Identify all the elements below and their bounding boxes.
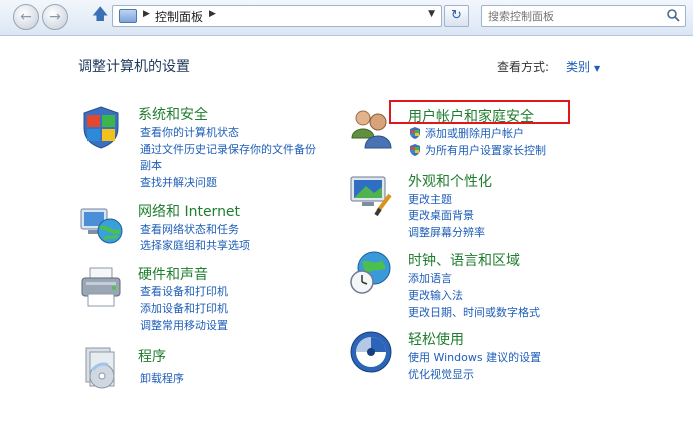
- category-hardware-sound: 硬件和声音 查看设备和打印机 添加设备和打印机 调整常用移动设置: [78, 264, 358, 339]
- programs-disc-icon[interactable]: [78, 346, 124, 392]
- category-link[interactable]: 更改桌面背景: [408, 207, 474, 223]
- up-arrow-icon: 🡅: [92, 4, 109, 23]
- view-by-value: 类别: [566, 60, 591, 74]
- category-link[interactable]: 使用 Windows 建议的设置: [408, 349, 541, 365]
- category-link[interactable]: 查看网络状态和任务: [140, 221, 239, 237]
- back-arrow-icon: ←: [20, 9, 32, 25]
- back-button[interactable]: ←: [13, 4, 39, 30]
- forward-arrow-icon: →: [49, 9, 61, 25]
- refresh-icon: ↻: [451, 8, 462, 23]
- chevron-down-icon: ▼: [594, 64, 601, 73]
- category-link[interactable]: 添加或删除用户帐户: [425, 125, 524, 141]
- category-title[interactable]: 外观和个性化: [408, 171, 492, 191]
- search-box[interactable]: [481, 5, 686, 27]
- category-network-internet: 网络和 Internet 查看网络状态和任务 选择家庭组和共享选项: [78, 201, 358, 261]
- category-ease-of-access: 轻松使用 使用 Windows 建议的设置 优化视觉显示: [348, 329, 648, 389]
- category-link[interactable]: 调整屏幕分辨率: [408, 224, 485, 240]
- category-link[interactable]: 副本: [140, 157, 162, 173]
- category-link[interactable]: 查看设备和打印机: [140, 283, 228, 299]
- category-link[interactable]: 添加设备和打印机: [140, 300, 228, 316]
- category-title[interactable]: 轻松使用: [408, 329, 464, 349]
- network-globe-icon[interactable]: [78, 201, 124, 247]
- up-button[interactable]: 🡅: [92, 4, 108, 24]
- control-panel-icon: [119, 9, 137, 23]
- highlight-annotation-box: [389, 100, 570, 124]
- view-by-label: 查看方式:: [497, 60, 550, 74]
- clock-globe-icon[interactable]: [348, 250, 394, 296]
- category-link[interactable]: 卸载程序: [140, 370, 184, 386]
- category-title[interactable]: 硬件和声音: [138, 264, 208, 284]
- ease-of-access-icon[interactable]: [348, 329, 394, 375]
- category-system-security: 系统和安全 查看你的计算机状态 通过文件历史记录保存你的文件备份 副本 查找并解…: [78, 104, 358, 194]
- shield-flag-icon[interactable]: [78, 104, 124, 150]
- printer-icon[interactable]: [78, 264, 124, 310]
- monitor-brush-icon[interactable]: [348, 171, 394, 217]
- breadcrumb-control-panel[interactable]: 控制面板: [155, 8, 203, 25]
- breadcrumb-separator-icon: ▶: [143, 9, 150, 19]
- users-icon[interactable]: [348, 106, 394, 152]
- category-link[interactable]: 通过文件历史记录保存你的文件备份: [140, 141, 316, 157]
- forward-button[interactable]: →: [42, 4, 68, 30]
- category-link[interactable]: 优化视觉显示: [408, 366, 474, 382]
- search-input[interactable]: [488, 8, 658, 24]
- category-link[interactable]: 查看你的计算机状态: [140, 124, 239, 140]
- category-appearance: 外观和个性化 更改主题 更改桌面背景 调整屏幕分辨率: [348, 171, 648, 241]
- category-title[interactable]: 网络和 Internet: [138, 201, 240, 221]
- search-icon[interactable]: [666, 8, 680, 22]
- page-title: 调整计算机的设置: [78, 59, 190, 75]
- address-dropdown-icon[interactable]: ▼: [428, 9, 435, 19]
- uac-shield-icon: [410, 144, 420, 156]
- navigation-bar: ← → 🡅 ▶ 控制面板 ▶ ▼ ↻: [0, 0, 693, 36]
- category-link[interactable]: 更改输入法: [408, 287, 463, 303]
- uac-shield-icon: [410, 127, 420, 139]
- address-bar[interactable]: ▶ 控制面板 ▶ ▼: [112, 5, 442, 27]
- view-by-dropdown[interactable]: 类别 ▼: [566, 58, 600, 75]
- category-title[interactable]: 时钟、语言和区域: [408, 250, 520, 270]
- category-link[interactable]: 更改日期、时间或数字格式: [408, 304, 540, 320]
- category-clock-language-region: 时钟、语言和区域 添加语言 更改输入法 更改日期、时间或数字格式: [348, 250, 648, 330]
- category-link[interactable]: 为所有用户设置家长控制: [425, 142, 546, 158]
- category-link[interactable]: 更改主题: [408, 191, 452, 207]
- main-content: 调整计算机的设置 查看方式: 类别 ▼ 系统和安全 查看你的计算机状态 通过文件历…: [0, 36, 693, 447]
- category-link[interactable]: 调整常用移动设置: [140, 317, 228, 333]
- category-title[interactable]: 系统和安全: [138, 104, 208, 124]
- category-link[interactable]: 添加语言: [408, 270, 452, 286]
- refresh-button[interactable]: ↻: [444, 5, 469, 27]
- category-link[interactable]: 选择家庭组和共享选项: [140, 237, 250, 253]
- category-title[interactable]: 程序: [138, 346, 166, 366]
- category-link[interactable]: 查找并解决问题: [140, 174, 217, 190]
- breadcrumb-separator-icon[interactable]: ▶: [209, 9, 216, 19]
- category-programs: 程序 卸载程序: [78, 346, 358, 396]
